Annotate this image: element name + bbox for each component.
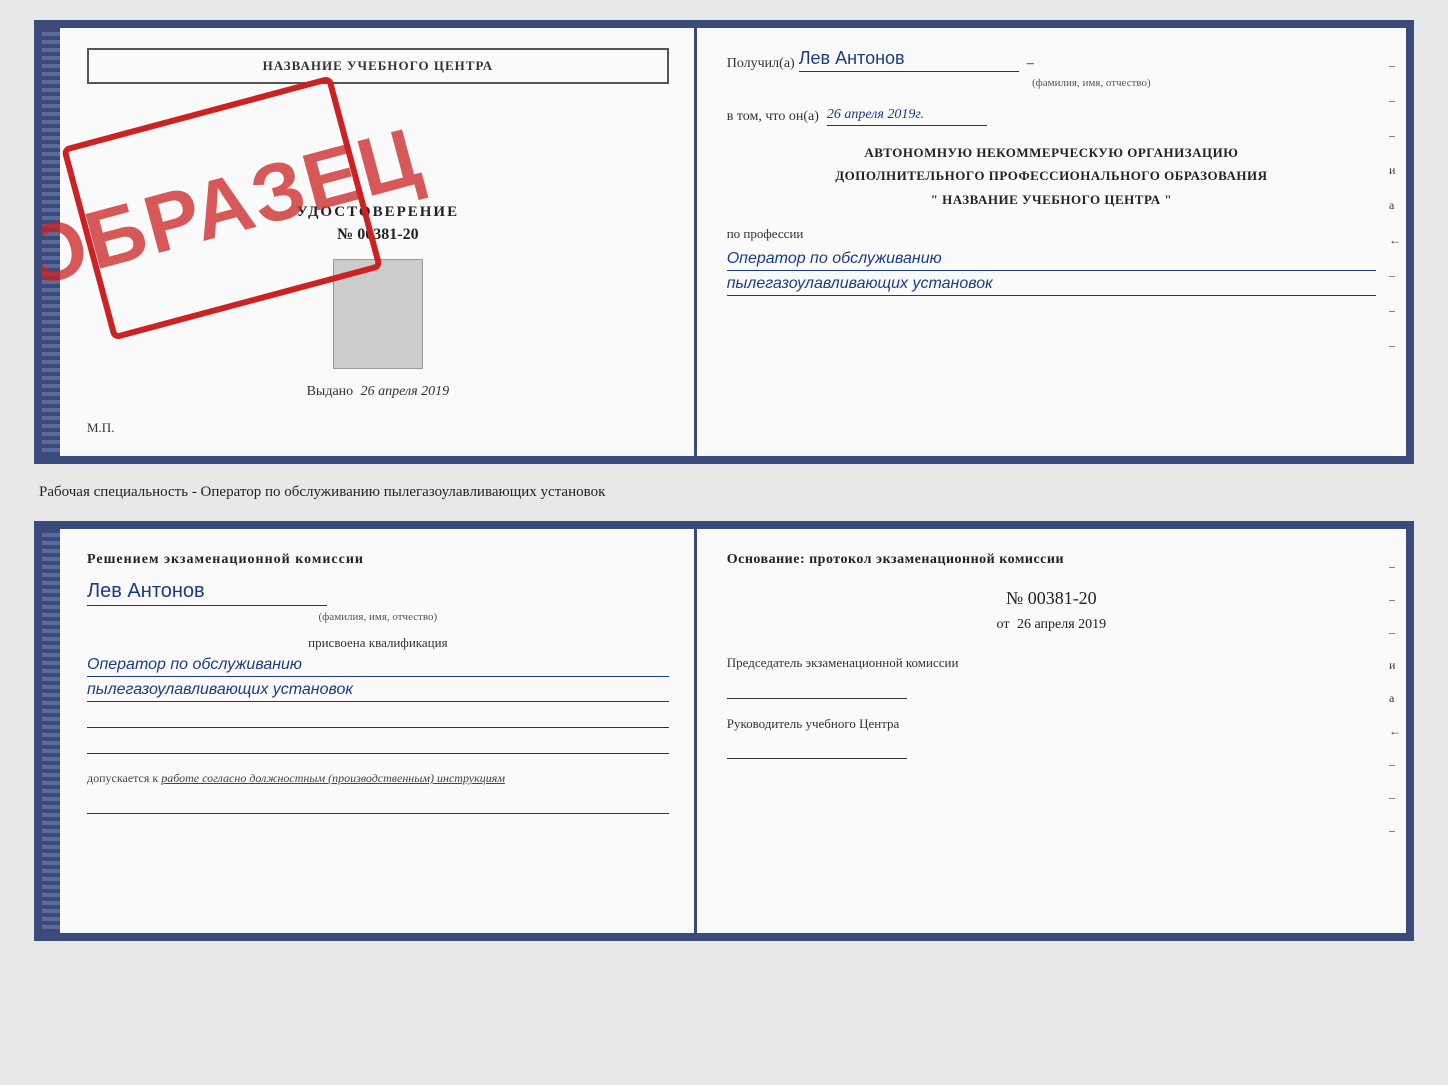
dash-b6: – (1389, 823, 1401, 838)
dash-b4: – (1389, 757, 1401, 772)
border-strip-bottom-left (42, 529, 60, 933)
prof-line2: пылегазоулавливающих установок (727, 275, 1376, 296)
bottom-left-content: Решением экзаменационной комиссии Лев Ан… (87, 549, 669, 814)
org-name-line: " НАЗВАНИЕ УЧЕБНОГО ЦЕНТРА " (727, 188, 1376, 211)
poluchil-label: Получил(а) (727, 56, 795, 72)
dash-2: – (1389, 93, 1401, 108)
dopuskaetsya-value: работе согласно должностным (производств… (161, 771, 505, 785)
certificate-top: НАЗВАНИЕ УЧЕБНОГО ЦЕНТРА ОБРАЗЕЦ УДОСТОВ… (34, 20, 1414, 464)
blank-line-2 (87, 736, 669, 754)
bottom-right: Основание: протокол экзаменационной коми… (697, 529, 1406, 933)
cert-left: НАЗВАНИЕ УЧЕБНОГО ЦЕНТРА ОБРАЗЕЦ УДОСТОВ… (42, 28, 697, 456)
org-line2: ДОПОЛНИТЕЛЬНОГО ПРОФЕССИОНАЛЬНОГО ОБРАЗО… (727, 164, 1376, 187)
dash-b5: – (1389, 790, 1401, 805)
right-dashes-bottom: – – – и а ← – – – (1389, 559, 1401, 838)
protocol-number: № 00381-20 (727, 588, 1376, 609)
vtom-date: 26 апреля 2019г. (827, 107, 987, 126)
dash-barrow: ← (1389, 724, 1401, 739)
rukovoditel-label: Руководитель учебного Центра (727, 714, 1376, 734)
rukovoditel-signature-line (727, 741, 907, 759)
predsedatel-signature-line (727, 681, 907, 699)
school-name-box: НАЗВАНИЕ УЧЕБНОГО ЦЕНТРА (87, 48, 669, 84)
vydano-date: 26 апреля 2019 (361, 384, 449, 399)
org-quote-close: " (1164, 192, 1172, 207)
predsedatel-block: Председатель экзаменационной комиссии (727, 653, 1376, 699)
fio-hint-top: (фамилия, имя, отчество) (807, 77, 1376, 89)
osnovanie-text: Основание: протокол экзаменационной коми… (727, 549, 1376, 570)
poluchil-name: Лев Антонов (799, 48, 1019, 72)
po-professii-label: по профессии (727, 226, 1376, 242)
vtom-label: в том, что он(а) (727, 109, 819, 125)
org-name: НАЗВАНИЕ УЧЕБНОГО ЦЕНТРА (942, 192, 1161, 207)
org-line1: АВТОНОМНУЮ НЕКОММЕРЧЕСКУЮ ОРГАНИЗАЦИЮ (727, 141, 1376, 164)
vtom-line: в том, что он(а) 26 апреля 2019г. (727, 107, 1376, 126)
poluchil-line: Получил(а) Лев Антонов – (727, 48, 1376, 72)
mp-line: М.П. (87, 420, 669, 436)
separator-text: Рабочая специальность - Оператор по обсл… (34, 476, 1414, 509)
dash-b2: – (1389, 592, 1401, 607)
org-quote-open: " (931, 192, 939, 207)
resheniem-text: Решением экзаменационной комиссии (87, 549, 669, 570)
udostoverenie-number: № 00381-20 (87, 226, 669, 244)
udostoverenie-title: УДОСТОВЕРЕНИЕ (87, 204, 669, 221)
vydano-label: Выдано (307, 384, 354, 399)
dash-6: – (1389, 338, 1401, 353)
certificate-bottom: Решением экзаменационной комиссии Лев Ан… (34, 521, 1414, 941)
dash-1: – (1389, 58, 1401, 73)
person-name-bottom: Лев Антонов (87, 580, 327, 606)
poluchil-dash: – (1027, 56, 1034, 72)
photo-placeholder (333, 259, 423, 369)
dopuskaetsya-label: допускается к (87, 771, 158, 785)
prof-line1: Оператор по обслуживанию (727, 250, 1376, 271)
rukovoditel-block: Руководитель учебного Центра (727, 714, 1376, 760)
school-name-text: НАЗВАНИЕ УЧЕБНОГО ЦЕНТРА (263, 58, 494, 73)
blank-line-1 (87, 710, 669, 728)
document-container: НАЗВАНИЕ УЧЕБНОГО ЦЕНТРА ОБРАЗЕЦ УДОСТОВ… (34, 20, 1414, 941)
ot-date-value: 26 апреля 2019 (1017, 617, 1106, 632)
cert-right: Получил(а) Лев Антонов – (фамилия, имя, … (697, 28, 1406, 456)
predsedatel-label: Председатель экзаменационной комиссии (727, 653, 1376, 673)
border-strip-left (42, 28, 60, 456)
kval-line2: пылегазоулавливающих установок (87, 681, 669, 702)
dash-a: а (1389, 198, 1401, 213)
dash-5: – (1389, 303, 1401, 318)
dash-b1: – (1389, 559, 1401, 574)
dash-ba: а (1389, 691, 1401, 706)
prisvoena-label: присвоена квалификация (87, 635, 669, 651)
dash-b3: – (1389, 625, 1401, 640)
dopuskaetsya-text: допускается к работе согласно должностны… (87, 769, 669, 788)
kval-line1: Оператор по обслуживанию (87, 656, 669, 677)
dash-3: – (1389, 128, 1401, 143)
vydano-line: Выдано 26 апреля 2019 (87, 384, 669, 400)
dash-bi: и (1389, 658, 1401, 673)
fio-hint-bottom: (фамилия, имя, отчество) (87, 611, 669, 623)
udostoverenie-block: УДОСТОВЕРЕНИЕ № 00381-20 (87, 204, 669, 244)
cert-left-content: НАЗВАНИЕ УЧЕБНОГО ЦЕНТРА ОБРАЗЕЦ УДОСТОВ… (87, 48, 669, 436)
ot-date: от 26 апреля 2019 (727, 617, 1376, 633)
organization-block: АВТОНОМНУЮ НЕКОММЕРЧЕСКУЮ ОРГАНИЗАЦИЮ ДО… (727, 141, 1376, 211)
dash-arrow: ← (1389, 233, 1401, 248)
ot-prefix: от (997, 617, 1010, 632)
bottom-left: Решением экзаменационной комиссии Лев Ан… (42, 529, 697, 933)
dash-4: – (1389, 268, 1401, 283)
blank-line-3 (87, 796, 669, 814)
right-dashes-top: – – – и а ← – – – (1389, 58, 1401, 353)
dash-i: и (1389, 163, 1401, 178)
